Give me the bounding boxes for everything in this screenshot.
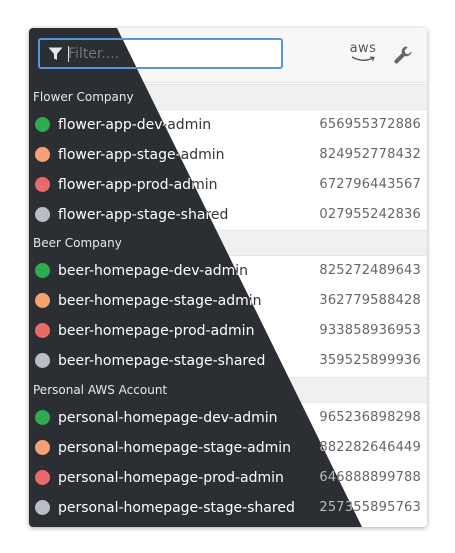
account-name: beer-homepage-prod-admin — [58, 323, 255, 339]
wrench-icon[interactable] — [393, 45, 413, 65]
status-dot-icon — [35, 117, 50, 132]
status-dot-icon — [35, 207, 50, 222]
text-cursor — [68, 46, 69, 62]
account-id: 825272489643 — [319, 263, 421, 278]
account-name: beer-homepage-stage-shared — [58, 353, 266, 369]
account-name: personal-homepage-stage-admin — [58, 440, 291, 456]
account-id: 362779588428 — [319, 293, 421, 308]
account-name: personal-homepage-dev-admin — [58, 410, 278, 426]
account-id: 824952778432 — [319, 147, 421, 162]
status-dot-icon — [35, 177, 50, 192]
status-dot-icon — [35, 470, 50, 485]
account-id: 933858936953 — [319, 323, 421, 338]
account-id: 672796443567 — [319, 177, 421, 192]
account-name: personal-homepage-stage-shared — [58, 500, 295, 516]
account-name: flower-app-stage-shared — [58, 207, 229, 223]
status-dot-icon — [35, 263, 50, 278]
status-dot-icon — [35, 353, 50, 368]
status-dot-icon — [35, 323, 50, 338]
account-name: personal-homepage-prod-admin — [58, 470, 284, 486]
aws-logo-text: aws — [349, 41, 377, 56]
status-dot-icon — [35, 293, 50, 308]
status-dot-icon — [35, 147, 50, 162]
account-name: beer-homepage-dev-admin — [58, 263, 249, 279]
funnel-icon — [48, 47, 63, 61]
aws-logo-icon[interactable]: aws — [349, 42, 377, 64]
account-id: 656955372886 — [319, 117, 421, 132]
account-name: beer-homepage-stage-admin — [58, 293, 262, 309]
status-dot-icon — [35, 410, 50, 425]
account-id: 027955242836 — [319, 207, 421, 222]
account-id: 359525899936 — [319, 353, 421, 368]
account-switcher-panel: aws Flower Companyflower-app-dev-admin65… — [29, 28, 427, 527]
account-id: 882282646449 — [319, 440, 421, 455]
status-dot-icon — [35, 440, 50, 455]
account-id: 965236898298 — [319, 410, 421, 425]
status-dot-icon — [35, 500, 50, 515]
